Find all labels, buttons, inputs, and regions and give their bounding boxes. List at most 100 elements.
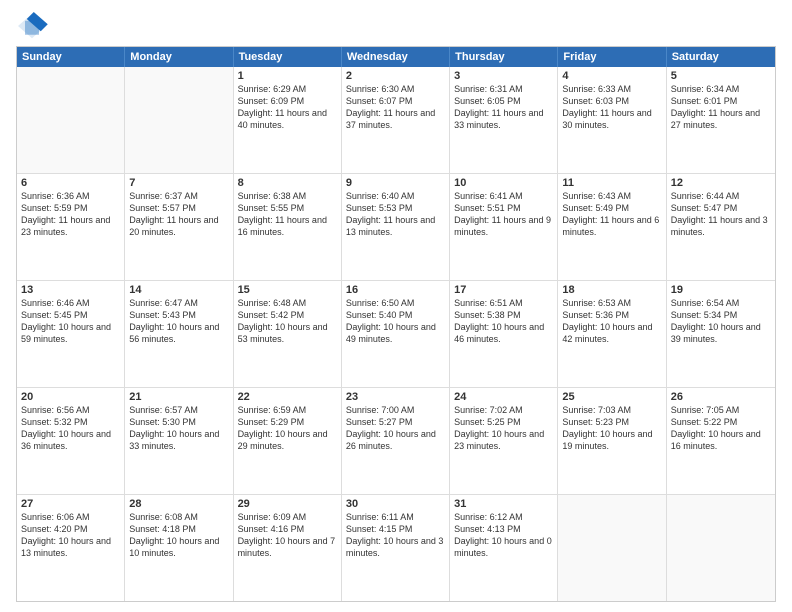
sunrise-text: Sunrise: 6:51 AM — [454, 297, 553, 309]
sunrise-text: Sunrise: 6:29 AM — [238, 83, 337, 95]
cal-cell: 4Sunrise: 6:33 AMSunset: 6:03 PMDaylight… — [558, 67, 666, 173]
sunrise-text: Sunrise: 6:47 AM — [129, 297, 228, 309]
sunrise-text: Sunrise: 6:53 AM — [562, 297, 661, 309]
sunset-text: Sunset: 5:22 PM — [671, 416, 771, 428]
cal-week-4: 27Sunrise: 6:06 AMSunset: 4:20 PMDayligh… — [17, 495, 775, 601]
cal-cell: 28Sunrise: 6:08 AMSunset: 4:18 PMDayligh… — [125, 495, 233, 601]
cal-header-wednesday: Wednesday — [342, 47, 450, 67]
sunrise-text: Sunrise: 6:57 AM — [129, 404, 228, 416]
cal-cell: 30Sunrise: 6:11 AMSunset: 4:15 PMDayligh… — [342, 495, 450, 601]
daylight-text: Daylight: 11 hours and 37 minutes. — [346, 107, 445, 131]
cal-cell: 19Sunrise: 6:54 AMSunset: 5:34 PMDayligh… — [667, 281, 775, 387]
logo-icon — [16, 12, 48, 40]
daylight-text: Daylight: 10 hours and 39 minutes. — [671, 321, 771, 345]
daylight-text: Daylight: 11 hours and 9 minutes. — [454, 214, 553, 238]
cal-cell: 16Sunrise: 6:50 AMSunset: 5:40 PMDayligh… — [342, 281, 450, 387]
cal-header-tuesday: Tuesday — [234, 47, 342, 67]
day-number: 4 — [562, 70, 661, 82]
daylight-text: Daylight: 10 hours and 13 minutes. — [21, 535, 120, 559]
day-number: 15 — [238, 284, 337, 296]
cal-cell — [125, 67, 233, 173]
sunset-text: Sunset: 5:53 PM — [346, 202, 445, 214]
cal-week-2: 13Sunrise: 6:46 AMSunset: 5:45 PMDayligh… — [17, 281, 775, 388]
sunrise-text: Sunrise: 6:34 AM — [671, 83, 771, 95]
daylight-text: Daylight: 10 hours and 29 minutes. — [238, 428, 337, 452]
sunset-text: Sunset: 5:27 PM — [346, 416, 445, 428]
sunset-text: Sunset: 6:07 PM — [346, 95, 445, 107]
sunset-text: Sunset: 5:32 PM — [21, 416, 120, 428]
day-number: 10 — [454, 177, 553, 189]
sunset-text: Sunset: 5:30 PM — [129, 416, 228, 428]
sunrise-text: Sunrise: 6:36 AM — [21, 190, 120, 202]
day-number: 7 — [129, 177, 228, 189]
day-number: 18 — [562, 284, 661, 296]
daylight-text: Daylight: 11 hours and 3 minutes. — [671, 214, 771, 238]
cal-cell: 15Sunrise: 6:48 AMSunset: 5:42 PMDayligh… — [234, 281, 342, 387]
sunset-text: Sunset: 5:49 PM — [562, 202, 661, 214]
sunset-text: Sunset: 5:47 PM — [671, 202, 771, 214]
cal-week-0: 1Sunrise: 6:29 AMSunset: 6:09 PMDaylight… — [17, 67, 775, 174]
cal-cell: 9Sunrise: 6:40 AMSunset: 5:53 PMDaylight… — [342, 174, 450, 280]
cal-cell: 6Sunrise: 6:36 AMSunset: 5:59 PMDaylight… — [17, 174, 125, 280]
cal-cell: 17Sunrise: 6:51 AMSunset: 5:38 PMDayligh… — [450, 281, 558, 387]
day-number: 17 — [454, 284, 553, 296]
daylight-text: Daylight: 11 hours and 30 minutes. — [562, 107, 661, 131]
daylight-text: Daylight: 10 hours and 7 minutes. — [238, 535, 337, 559]
cal-cell: 18Sunrise: 6:53 AMSunset: 5:36 PMDayligh… — [558, 281, 666, 387]
day-number: 25 — [562, 391, 661, 403]
sunset-text: Sunset: 4:16 PM — [238, 523, 337, 535]
sunrise-text: Sunrise: 6:40 AM — [346, 190, 445, 202]
page: SundayMondayTuesdayWednesdayThursdayFrid… — [0, 0, 792, 612]
daylight-text: Daylight: 10 hours and 49 minutes. — [346, 321, 445, 345]
sunset-text: Sunset: 5:42 PM — [238, 309, 337, 321]
sunrise-text: Sunrise: 6:54 AM — [671, 297, 771, 309]
cal-cell: 25Sunrise: 7:03 AMSunset: 5:23 PMDayligh… — [558, 388, 666, 494]
daylight-text: Daylight: 11 hours and 33 minutes. — [454, 107, 553, 131]
sunset-text: Sunset: 5:55 PM — [238, 202, 337, 214]
cal-header-sunday: Sunday — [17, 47, 125, 67]
cal-cell: 24Sunrise: 7:02 AMSunset: 5:25 PMDayligh… — [450, 388, 558, 494]
cal-cell: 7Sunrise: 6:37 AMSunset: 5:57 PMDaylight… — [125, 174, 233, 280]
cal-cell: 1Sunrise: 6:29 AMSunset: 6:09 PMDaylight… — [234, 67, 342, 173]
cal-cell — [17, 67, 125, 173]
sunrise-text: Sunrise: 6:46 AM — [21, 297, 120, 309]
cal-cell: 14Sunrise: 6:47 AMSunset: 5:43 PMDayligh… — [125, 281, 233, 387]
day-number: 14 — [129, 284, 228, 296]
sunset-text: Sunset: 5:40 PM — [346, 309, 445, 321]
daylight-text: Daylight: 10 hours and 0 minutes. — [454, 535, 553, 559]
daylight-text: Daylight: 10 hours and 26 minutes. — [346, 428, 445, 452]
daylight-text: Daylight: 10 hours and 10 minutes. — [129, 535, 228, 559]
sunrise-text: Sunrise: 6:12 AM — [454, 511, 553, 523]
day-number: 21 — [129, 391, 228, 403]
sunrise-text: Sunrise: 6:08 AM — [129, 511, 228, 523]
cal-cell: 31Sunrise: 6:12 AMSunset: 4:13 PMDayligh… — [450, 495, 558, 601]
cal-cell: 22Sunrise: 6:59 AMSunset: 5:29 PMDayligh… — [234, 388, 342, 494]
day-number: 3 — [454, 70, 553, 82]
cal-header-saturday: Saturday — [667, 47, 775, 67]
daylight-text: Daylight: 11 hours and 6 minutes. — [562, 214, 661, 238]
sunrise-text: Sunrise: 6:06 AM — [21, 511, 120, 523]
cal-header-monday: Monday — [125, 47, 233, 67]
day-number: 6 — [21, 177, 120, 189]
sunset-text: Sunset: 5:29 PM — [238, 416, 337, 428]
sunset-text: Sunset: 5:38 PM — [454, 309, 553, 321]
day-number: 12 — [671, 177, 771, 189]
cal-cell: 20Sunrise: 6:56 AMSunset: 5:32 PMDayligh… — [17, 388, 125, 494]
sunrise-text: Sunrise: 6:48 AM — [238, 297, 337, 309]
sunset-text: Sunset: 5:51 PM — [454, 202, 553, 214]
cal-header-friday: Friday — [558, 47, 666, 67]
sunrise-text: Sunrise: 6:41 AM — [454, 190, 553, 202]
sunset-text: Sunset: 6:05 PM — [454, 95, 553, 107]
daylight-text: Daylight: 11 hours and 20 minutes. — [129, 214, 228, 238]
daylight-text: Daylight: 10 hours and 3 minutes. — [346, 535, 445, 559]
logo — [16, 12, 52, 40]
day-number: 2 — [346, 70, 445, 82]
cal-cell: 5Sunrise: 6:34 AMSunset: 6:01 PMDaylight… — [667, 67, 775, 173]
daylight-text: Daylight: 10 hours and 33 minutes. — [129, 428, 228, 452]
daylight-text: Daylight: 11 hours and 40 minutes. — [238, 107, 337, 131]
sunrise-text: Sunrise: 6:09 AM — [238, 511, 337, 523]
day-number: 1 — [238, 70, 337, 82]
daylight-text: Daylight: 10 hours and 23 minutes. — [454, 428, 553, 452]
daylight-text: Daylight: 10 hours and 53 minutes. — [238, 321, 337, 345]
cal-cell: 21Sunrise: 6:57 AMSunset: 5:30 PMDayligh… — [125, 388, 233, 494]
